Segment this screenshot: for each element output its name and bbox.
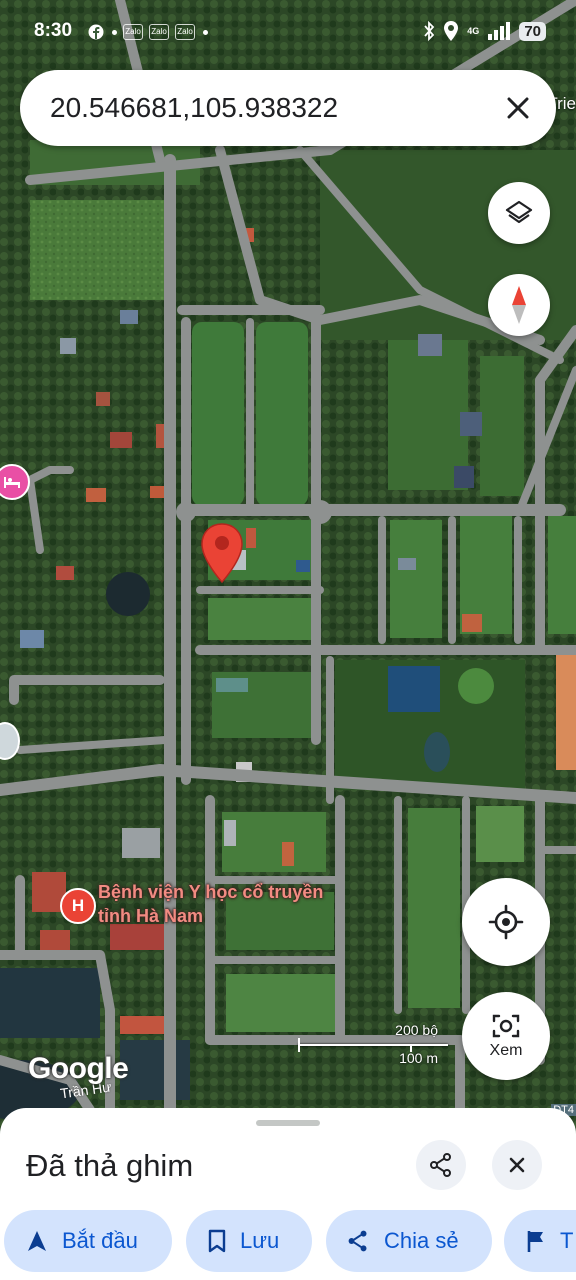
battery-level: 70 xyxy=(519,21,546,41)
location-icon xyxy=(444,21,459,41)
close-icon[interactable] xyxy=(500,90,536,126)
save-button[interactable]: Lưu xyxy=(186,1210,312,1272)
dropped-pin-icon[interactable] xyxy=(200,522,244,584)
flag-icon xyxy=(527,1231,543,1252)
zalo-icon: Zalo xyxy=(175,24,195,40)
scale-line xyxy=(298,1044,448,1046)
notification-dot xyxy=(112,29,117,35)
bookmark-icon xyxy=(208,1229,226,1253)
share-button[interactable] xyxy=(416,1140,466,1190)
search-query[interactable]: 20.546681,105.938322 xyxy=(50,92,338,124)
compass-icon xyxy=(512,286,526,324)
system-icons: 4G 70 xyxy=(423,20,546,42)
lens-view-label: Xem xyxy=(489,1042,523,1059)
notification-icons: Zalo Zalo Zalo xyxy=(88,24,208,40)
share-icon xyxy=(430,1153,451,1177)
status-time: 8:30 xyxy=(34,20,73,41)
google-watermark: Google xyxy=(28,1052,129,1085)
hospital-marker[interactable]: H xyxy=(60,888,96,924)
facebook-icon xyxy=(88,24,104,40)
my-location-button[interactable] xyxy=(462,878,550,966)
scale-bar: 200 bộ 100 m xyxy=(298,1022,458,1068)
hospital-icon: H xyxy=(71,896,85,915)
lens-view-button[interactable]: Xem xyxy=(462,992,550,1080)
scale-metric: 100 m xyxy=(399,1050,438,1066)
zalo-icon: Zalo xyxy=(149,24,169,40)
close-icon xyxy=(509,1157,525,1173)
hospital-label[interactable]: Bệnh viện Y học cổ truyền tỉnh Hà Nam xyxy=(98,880,338,928)
compass-button[interactable] xyxy=(488,274,550,336)
status-bar: 8:30 Zalo Zalo Zalo 4G 70 xyxy=(0,0,576,64)
share-label: Chia sẻ xyxy=(384,1228,459,1253)
save-label: Lưu xyxy=(240,1228,280,1253)
signal-icon xyxy=(488,22,511,40)
start-button[interactable]: Bắt đầu xyxy=(4,1210,172,1272)
network-type: 4G xyxy=(467,25,480,36)
scale-imperial: 200 bộ xyxy=(395,1022,438,1038)
report-label: T xyxy=(560,1228,574,1253)
close-sheet-button[interactable] xyxy=(492,1140,542,1190)
bottom-sheet[interactable]: Đã thả ghim Bắt đầu Lưu Chia sẻ T xyxy=(0,1108,576,1280)
my-location-icon xyxy=(488,904,524,940)
search-bar[interactable]: 20.546681,105.938322 xyxy=(20,70,556,146)
layers-icon xyxy=(505,200,533,224)
drag-handle[interactable] xyxy=(256,1120,320,1126)
navigation-arrow-icon xyxy=(28,1231,46,1251)
bluetooth-icon xyxy=(424,21,435,41)
start-label: Bắt đầu xyxy=(62,1228,138,1253)
zalo-icon: Zalo xyxy=(123,24,143,40)
action-chips: Bắt đầu Lưu Chia sẻ T xyxy=(4,1210,576,1272)
report-button[interactable]: T xyxy=(504,1210,576,1272)
bed-icon xyxy=(4,477,20,488)
share-chip-button[interactable]: Chia sẻ xyxy=(326,1210,492,1272)
layers-button[interactable] xyxy=(488,182,550,244)
notification-dot xyxy=(203,29,208,35)
share-icon xyxy=(348,1230,367,1252)
camera-lens-icon xyxy=(492,1014,520,1038)
sheet-title: Đã thả ghim xyxy=(26,1148,194,1183)
